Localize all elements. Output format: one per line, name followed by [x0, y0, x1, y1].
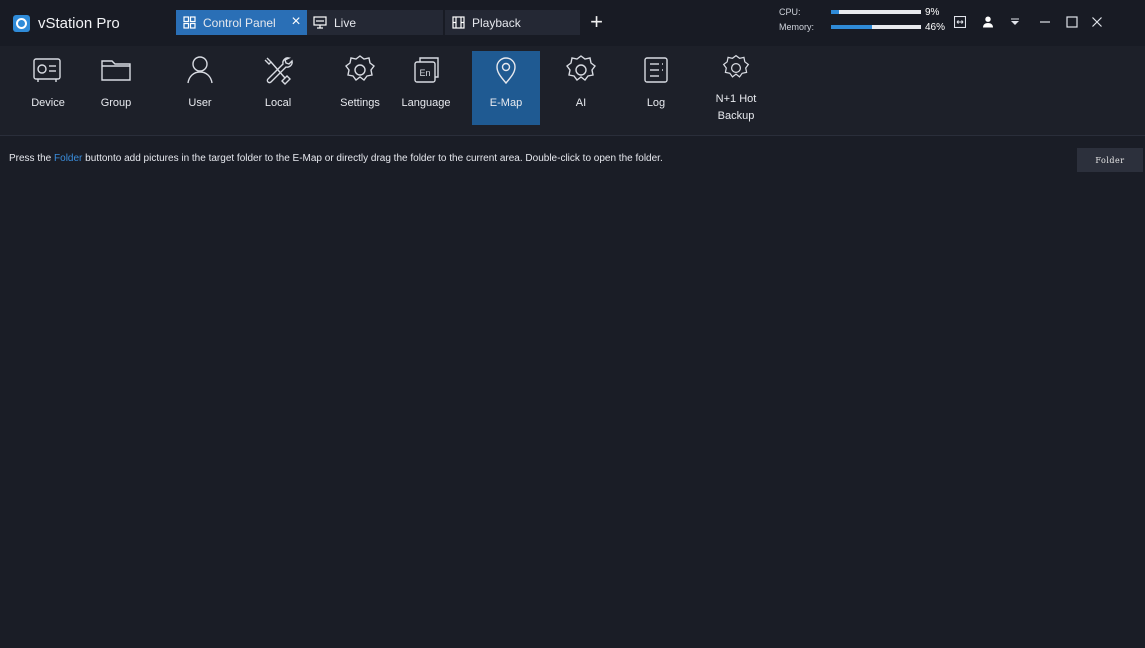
close-icon[interactable]: ×: [287, 13, 305, 31]
device-icon: [33, 58, 61, 82]
tab-playback[interactable]: Playback: [445, 10, 580, 35]
app-title: vStation Pro: [38, 14, 120, 32]
cpu-bar-fill: [831, 10, 840, 14]
nav-e-map[interactable]: E-Map: [472, 51, 540, 125]
folder-link[interactable]: Folder: [54, 153, 82, 164]
tab-control-panel[interactable]: Control Panel ×: [176, 10, 307, 35]
tab-label: Live: [334, 15, 357, 30]
nav-label: Group: [100, 97, 132, 109]
fullscreen-icon[interactable]: [951, 10, 969, 34]
folder-button[interactable]: Folder: [1077, 148, 1143, 172]
nav-label: N+1 Hot Backup: [715, 93, 757, 122]
grid-icon: [182, 16, 196, 30]
nav-hot-backup[interactable]: N+1 Hot Backup: [702, 51, 770, 125]
cpu-label: CPU:: [779, 7, 801, 17]
user-icon: [187, 56, 213, 84]
cpu-bar: [831, 10, 921, 14]
tab-label: Playback: [472, 15, 521, 30]
memory-usage: Memory: 46%: [779, 21, 949, 33]
memory-bar-fill: [831, 25, 873, 29]
nav-label: Device: [31, 97, 65, 109]
app-brand: vStation Pro: [0, 0, 170, 46]
nav-label: E-Map: [489, 97, 523, 109]
nav-log[interactable]: Log: [622, 51, 690, 125]
emap-hint-text: Press the Folder buttonto add pictures i…: [9, 153, 663, 164]
nav-label: Language: [401, 97, 451, 109]
system-monitor: CPU: 9% Memory: 46%: [779, 6, 949, 40]
nav-group[interactable]: Group: [82, 51, 150, 125]
nav-local[interactable]: Local: [244, 51, 312, 125]
gear-icon: [345, 55, 375, 81]
dropdown-icon[interactable]: [1006, 10, 1024, 34]
tools-icon: [264, 57, 293, 85]
emap-drop-area[interactable]: [0, 176, 1145, 648]
hint-prefix: Press the: [9, 153, 55, 164]
title-bar: vStation Pro Control Panel × Live Playba…: [0, 0, 1145, 46]
maximize-icon[interactable]: [1062, 10, 1082, 34]
minimize-icon[interactable]: [1035, 10, 1055, 34]
memory-label: Memory:: [779, 22, 815, 32]
nav-label: Settings: [340, 97, 380, 109]
control-panel-toolbar: Device Group User Local Settings En Lang…: [0, 46, 1145, 136]
nav-ai[interactable]: AI: [547, 51, 615, 125]
log-icon: [644, 57, 668, 83]
app-logo-icon: [13, 14, 30, 32]
svg-text:En: En: [419, 68, 430, 78]
memory-value: 46%: [925, 21, 946, 33]
nav-language[interactable]: En Language: [392, 51, 460, 125]
nav-label: User: [188, 97, 212, 109]
folder-icon: [101, 60, 131, 81]
language-icon: En: [414, 57, 439, 83]
backup-gear-icon: [722, 54, 750, 78]
nav-settings[interactable]: Settings: [326, 51, 394, 125]
nav-label: Log: [646, 97, 666, 109]
tab-label: Control Panel: [203, 15, 276, 30]
user-icon[interactable]: [979, 10, 997, 34]
add-tab-button[interactable]: +: [584, 10, 609, 35]
map-pin-icon: [496, 57, 516, 85]
monitor-icon: [313, 16, 327, 30]
hint-suffix: buttonto add pictures in the target fold…: [82, 153, 663, 164]
cpu-value: 9%: [925, 6, 940, 18]
tab-live[interactable]: Live: [307, 10, 443, 35]
film-icon: [451, 16, 465, 30]
nav-label: Local: [264, 97, 292, 109]
nav-label: AI: [575, 97, 587, 109]
cpu-usage: CPU: 9%: [779, 6, 949, 18]
emap-hint-bar: Press the Folder buttonto add pictures i…: [0, 136, 1145, 176]
ai-gear-icon: [566, 55, 596, 81]
memory-bar: [831, 25, 921, 29]
nav-user[interactable]: User: [166, 51, 234, 125]
close-window-icon[interactable]: [1087, 10, 1107, 34]
nav-device[interactable]: Device: [14, 51, 82, 125]
